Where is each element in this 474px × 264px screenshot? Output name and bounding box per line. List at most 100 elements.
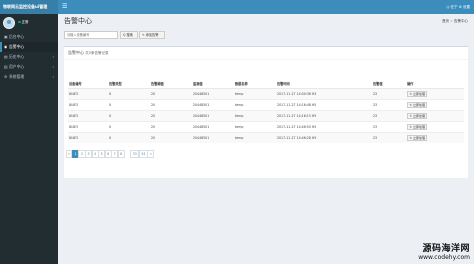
column-header: 告警值 <box>372 80 406 89</box>
column-header: 操作 <box>406 80 464 89</box>
device-id-cell: 8I4E3 <box>68 98 108 110</box>
alarm-value-cell: 23 <box>372 87 406 99</box>
monitor-value-cell: 20448501 <box>192 98 234 110</box>
sidebar-item-alarm[interactable]: ◉ 告警中心 <box>0 42 58 52</box>
table-row: 8I4E3 X 20 20448501 temp 2017-11-27 14:0… <box>68 87 464 99</box>
menu-toggle-icon[interactable]: ☰ <box>62 0 67 14</box>
threshold-cell: 20 <box>150 98 192 110</box>
app-brand[interactable]: 物联网云监控设备ui管理 <box>0 0 58 14</box>
action-cell: ✎ 立即处理 <box>406 120 464 132</box>
column-header: 告警阈值 <box>150 80 192 89</box>
alarm-time-cell: 2017-11-27 14:46:28 H5 <box>276 131 372 143</box>
data-name-cell: temp <box>234 98 276 110</box>
pagination: « 1 2 3 4 5 6 7 8 33 34 » <box>65 150 155 158</box>
search-button[interactable]: Q 搜索 <box>120 31 138 39</box>
action-cell: ✎ 立即处理 <box>406 98 464 110</box>
alarm-type-cell: X <box>108 120 150 132</box>
search-input[interactable] <box>64 31 118 39</box>
online-dot-icon <box>18 20 21 24</box>
device-id-cell: 8I4E3 <box>68 87 108 99</box>
handle-now-button[interactable]: ✎ 立即处理 <box>407 123 428 130</box>
column-header: 监测值 <box>192 80 234 89</box>
page-button[interactable]: 8 <box>117 150 125 158</box>
top-navbar: 物联网云监控设备ui管理 ☰ ◎ 在宁 ⚙ 设置 <box>0 0 474 14</box>
table-row: 8I4E3 X 20 20448501 temp 2017-11-27 14:1… <box>68 109 464 121</box>
sidebar-item-label: 历史中心 <box>9 54 25 59</box>
history-icon: ▤ <box>4 54 8 59</box>
alarm-value-cell: 23 <box>372 120 406 132</box>
breadcrumb-separator: > <box>450 19 453 23</box>
handle-now-button[interactable]: ✎ 立即处理 <box>407 134 428 141</box>
action-cell: ✎ 立即处理 <box>406 131 464 143</box>
alarm-type-cell: X <box>108 131 150 143</box>
sidebar-item-dashboard[interactable]: ▣后台中心 <box>0 32 58 42</box>
dashboard-icon: ▣ <box>4 34 8 39</box>
sidebar-item-system[interactable]: ⚙ 系统管理 ‹ <box>0 72 58 82</box>
action-cell: ✎ 立即处理 <box>406 87 464 99</box>
users-icon: ▥ <box>4 64 8 69</box>
alarm-type-cell: X <box>108 87 150 99</box>
alarm-value-cell: 23 <box>372 109 406 121</box>
main-content: 告警中心 首页>告警中心 Q 搜索 ✎ 添加告警 告警中心 共5条告警记录 设备… <box>58 14 474 264</box>
table-row: 8I4E3 X 20 20448501 temp 2017-11-27 14:4… <box>68 120 464 132</box>
handle-now-button[interactable]: ✎ 立即处理 <box>407 90 428 97</box>
device-id-cell: 8I4E3 <box>68 109 108 121</box>
page-title: 告警中心 <box>64 17 92 25</box>
chevron-left-icon: ‹ <box>52 64 54 69</box>
alarm-value-cell: 23 <box>372 131 406 143</box>
alarm-time-cell: 2017-11-27 14:00:36 H3 <box>276 87 372 99</box>
table-header-row: 设备编号 告警类型 告警阈值 监测值 数据名称 告警时间 告警值 操作 <box>68 80 464 89</box>
handle-now-button[interactable]: ✎ 立即处理 <box>407 112 428 119</box>
alarm-time-cell: 2017-11-27 14:46:50 H5 <box>276 120 372 132</box>
user-menu[interactable]: ◎ 在宁 ⚙ 设置 <box>446 0 470 14</box>
divider <box>64 59 468 60</box>
chevron-left-icon: ‹ <box>52 54 54 59</box>
breadcrumb-home[interactable]: 首页 <box>442 19 449 23</box>
sidebar: 正常 ▣后台中心 ◉ 告警中心 ▤历史中心 ‹ ▥用户中心 ‹ ⚙ 系统管理 ‹ <box>0 14 58 264</box>
sidebar-item-history[interactable]: ▤历史中心 ‹ <box>0 52 58 62</box>
box-title-text: 告警中心 <box>68 50 84 55</box>
add-alarm-button[interactable]: ✎ 添加告警 <box>139 31 165 39</box>
alarm-table: 设备编号 告警类型 告警阈值 监测值 数据名称 告警时间 告警值 操作 8I4E… <box>68 80 464 143</box>
sidebar-item-label: 用户中心 <box>9 64 25 69</box>
monitor-value-cell: 20448501 <box>192 120 234 132</box>
user-panel: 正常 <box>0 14 58 32</box>
watermark-title: 源码海洋网 <box>422 244 470 254</box>
device-id-cell: 8I4E3 <box>68 131 108 143</box>
sidebar-item-users[interactable]: ▥用户中心 ‹ <box>0 62 58 72</box>
threshold-cell: 20 <box>150 87 192 99</box>
column-header: 设备编号 <box>68 80 108 89</box>
user-status-label: 正常 <box>21 20 29 24</box>
handle-now-button[interactable]: ✎ 立即处理 <box>407 101 428 108</box>
action-cell: ✎ 立即处理 <box>406 109 464 121</box>
threshold-cell: 20 <box>150 120 192 132</box>
column-header: 数据名称 <box>234 80 276 89</box>
watermark-url: www.codehy.com <box>418 254 470 261</box>
table-row: 8I4E3 X 20 20448501 temp 2017-11-27 14:1… <box>68 98 464 110</box>
chevron-left-icon: ‹ <box>52 74 54 79</box>
alarm-icon: ◉ <box>4 44 8 49</box>
record-count: 共5条告警记录 <box>85 51 109 55</box>
sidebar-item-label: 告警中心 <box>9 44 25 49</box>
data-name-cell: temp <box>234 109 276 121</box>
gear-icon: ⚙ <box>4 74 8 79</box>
avatar <box>3 17 15 29</box>
data-name-cell: temp <box>234 120 276 132</box>
breadcrumb-current: 告警中心 <box>454 19 468 23</box>
data-name-cell: temp <box>234 131 276 143</box>
watermark: 源码海洋网 www.codehy.com <box>418 241 470 261</box>
monitor-value-cell: 20448501 <box>192 87 234 99</box>
monitor-value-cell: 20448501 <box>192 109 234 121</box>
data-name-cell: temp <box>234 87 276 99</box>
next-page-button[interactable]: » <box>147 150 155 158</box>
sidebar-item-label: 后台中心 <box>9 34 25 39</box>
alarm-type-cell: X <box>108 98 150 110</box>
breadcrumb: 首页>告警中心 <box>442 19 468 24</box>
box-title: 告警中心 共5条告警记录 <box>68 50 109 56</box>
monitor-value-cell: 20448501 <box>192 131 234 143</box>
alarm-time-cell: 2017-11-27 14:16:48 H5 <box>276 98 372 110</box>
user-status: 正常 <box>18 20 29 25</box>
device-id-cell: 8I4E3 <box>68 120 108 132</box>
threshold-cell: 20 <box>150 109 192 121</box>
alarm-value-cell: 23 <box>372 98 406 110</box>
